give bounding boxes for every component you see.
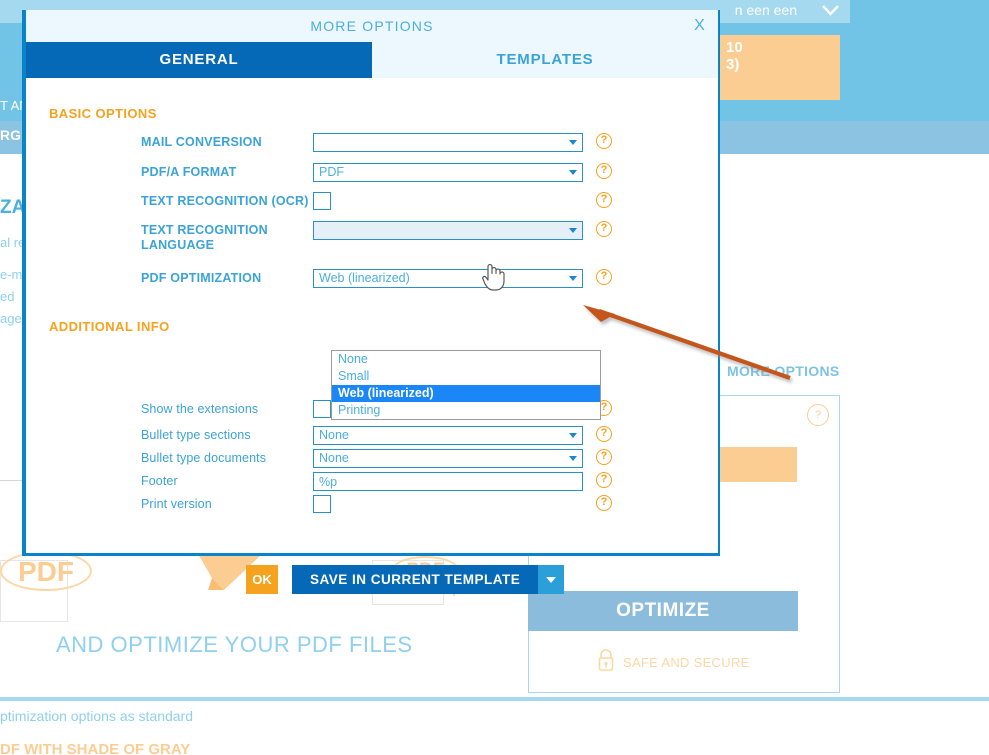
print-version-checkbox[interactable] bbox=[313, 495, 331, 513]
chevron-down-icon bbox=[569, 276, 577, 281]
chevron-down-icon bbox=[569, 140, 577, 145]
field-pdf-optimization: PDF OPTIMIZATION Web (linearized) ? bbox=[141, 269, 612, 288]
field-bullet-type-documents: Bullet type documents None ? bbox=[141, 449, 612, 468]
ocr-checkbox[interactable] bbox=[313, 192, 331, 210]
help-icon[interactable]: ? bbox=[596, 269, 612, 285]
dropdown-option-web-linearized[interactable]: Web (linearized) bbox=[332, 385, 600, 402]
field-label: PDF OPTIMIZATION bbox=[141, 271, 262, 285]
dropdown-option-small[interactable]: Small bbox=[332, 368, 600, 385]
select-value: None bbox=[319, 428, 349, 442]
close-icon[interactable]: X bbox=[694, 10, 706, 42]
basic-options-header: BASIC OPTIONS bbox=[49, 106, 157, 121]
background-fragment-2: e-m bbox=[0, 267, 23, 282]
text-recognition-language-select[interactable] bbox=[313, 221, 583, 240]
bullet-type-sections-select[interactable]: None bbox=[313, 426, 583, 445]
background-bottom-text-1: ptimization options as standard bbox=[0, 708, 193, 724]
safe-and-secure: SAFE AND SECURE bbox=[596, 648, 750, 677]
lock-icon bbox=[596, 648, 616, 677]
optimize-button[interactable]: OPTIMIZE bbox=[528, 591, 798, 631]
modal-buttons: OK SAVE IN CURRENT TEMPLATE bbox=[246, 565, 565, 594]
modal-body: BASIC OPTIONS MAIL CONVERSION ? PDF/A FO… bbox=[26, 78, 718, 594]
help-icon[interactable]: ? bbox=[596, 192, 612, 208]
background-fragment-3: ed bbox=[0, 289, 15, 304]
field-label: Print version bbox=[141, 497, 212, 511]
help-icon[interactable]: ? bbox=[596, 426, 612, 442]
mail-conversion-select[interactable] bbox=[313, 133, 583, 152]
pdf-optimization-dropdown-list: None Small Web (linearized) Printing bbox=[331, 350, 601, 420]
field-label: MAIL CONVERSION bbox=[141, 135, 262, 149]
additional-info-header: ADDITIONAL INFO bbox=[49, 319, 170, 334]
chevron-down-icon[interactable] bbox=[822, 4, 839, 17]
bullet-type-documents-select[interactable]: None bbox=[313, 449, 583, 468]
pdf-optimization-select[interactable]: Web (linearized) bbox=[313, 269, 583, 288]
modal-title-text: MORE OPTIONS bbox=[310, 18, 434, 34]
ok-button[interactable]: OK bbox=[246, 565, 278, 594]
background-bottom-line bbox=[0, 697, 989, 701]
field-footer: Footer ? bbox=[141, 472, 612, 491]
safe-and-secure-label: SAFE AND SECURE bbox=[623, 655, 750, 670]
background-topbar-text: n een een bbox=[734, 2, 797, 18]
select-value: Web (linearized) bbox=[319, 271, 410, 285]
tab-templates[interactable]: TEMPLATES bbox=[372, 42, 718, 78]
field-mail-conversion: MAIL CONVERSION ? bbox=[141, 133, 612, 152]
field-label: Footer bbox=[141, 474, 178, 488]
chevron-down-icon bbox=[569, 170, 577, 175]
help-icon[interactable]: ? bbox=[596, 495, 612, 511]
mouse-cursor-pointer bbox=[480, 261, 506, 298]
help-icon[interactable]: ? bbox=[596, 163, 612, 179]
select-value: None bbox=[319, 451, 349, 465]
orange-box-line-1: 10 bbox=[726, 39, 743, 56]
field-print-version: Print version ? bbox=[141, 495, 612, 513]
more-options-modal: MORE OPTIONS X GENERAL TEMPLATES BASIC O… bbox=[22, 10, 720, 594]
chevron-down-icon bbox=[546, 576, 557, 583]
chevron-down-icon bbox=[569, 228, 577, 233]
field-label: Show the extensions bbox=[141, 402, 259, 416]
help-icon[interactable]: ? bbox=[596, 221, 612, 237]
field-label: TEXT RECOGNITION LANGUAGE bbox=[141, 223, 268, 252]
background-fragment-4: age bbox=[0, 311, 22, 326]
field-label: TEXT RECOGNITION (OCR) bbox=[141, 194, 309, 208]
field-bullet-type-sections: Bullet type sections None ? bbox=[141, 426, 612, 445]
field-text-recognition-ocr: TEXT RECOGNITION (OCR) ? bbox=[141, 192, 612, 210]
field-text-recognition-language: TEXT RECOGNITION LANGUAGE ? bbox=[141, 221, 612, 253]
save-in-current-template-button[interactable]: SAVE IN CURRENT TEMPLATE bbox=[292, 565, 539, 594]
modal-title-bar: MORE OPTIONS X bbox=[26, 10, 718, 42]
chevron-down-icon bbox=[569, 456, 577, 461]
background-more-options-link[interactable]: MORE OPTIONS bbox=[727, 363, 840, 379]
pdf-badge-1: PDF bbox=[0, 551, 92, 591]
orange-box-line-2: 3) bbox=[726, 56, 740, 73]
background-orange-box-top: 10 3) bbox=[720, 35, 840, 100]
field-label: Bullet type sections bbox=[141, 428, 251, 442]
background-bottom-text-2: DF WITH SHADE OF GRAY bbox=[0, 741, 191, 755]
help-icon[interactable]: ? bbox=[596, 449, 612, 465]
help-icon[interactable]: ? bbox=[807, 404, 829, 426]
show-extensions-checkbox[interactable] bbox=[313, 400, 331, 418]
modal-tabs: GENERAL TEMPLATES bbox=[26, 42, 718, 78]
tab-general[interactable]: GENERAL bbox=[26, 42, 372, 78]
background-tagline: AND OPTIMIZE YOUR PDF FILES bbox=[56, 632, 413, 657]
screenshot-root: n een een 10 3) T AN RGI ZA al re e-m ed… bbox=[0, 0, 989, 755]
save-dropdown-button[interactable] bbox=[538, 565, 565, 594]
dropdown-option-printing[interactable]: Printing bbox=[332, 402, 600, 419]
field-label: PDF/A FORMAT bbox=[141, 165, 237, 179]
field-pdfa-format: PDF/A FORMAT PDF ? bbox=[141, 163, 612, 182]
dropdown-option-none[interactable]: None bbox=[332, 351, 600, 368]
select-value: PDF bbox=[319, 165, 344, 179]
pdfa-format-select[interactable]: PDF bbox=[313, 163, 583, 182]
chevron-down-icon bbox=[569, 433, 577, 438]
help-icon[interactable]: ? bbox=[596, 472, 612, 488]
help-icon[interactable]: ? bbox=[596, 133, 612, 149]
field-label: Bullet type documents bbox=[141, 451, 267, 465]
footer-input[interactable] bbox=[313, 472, 583, 491]
